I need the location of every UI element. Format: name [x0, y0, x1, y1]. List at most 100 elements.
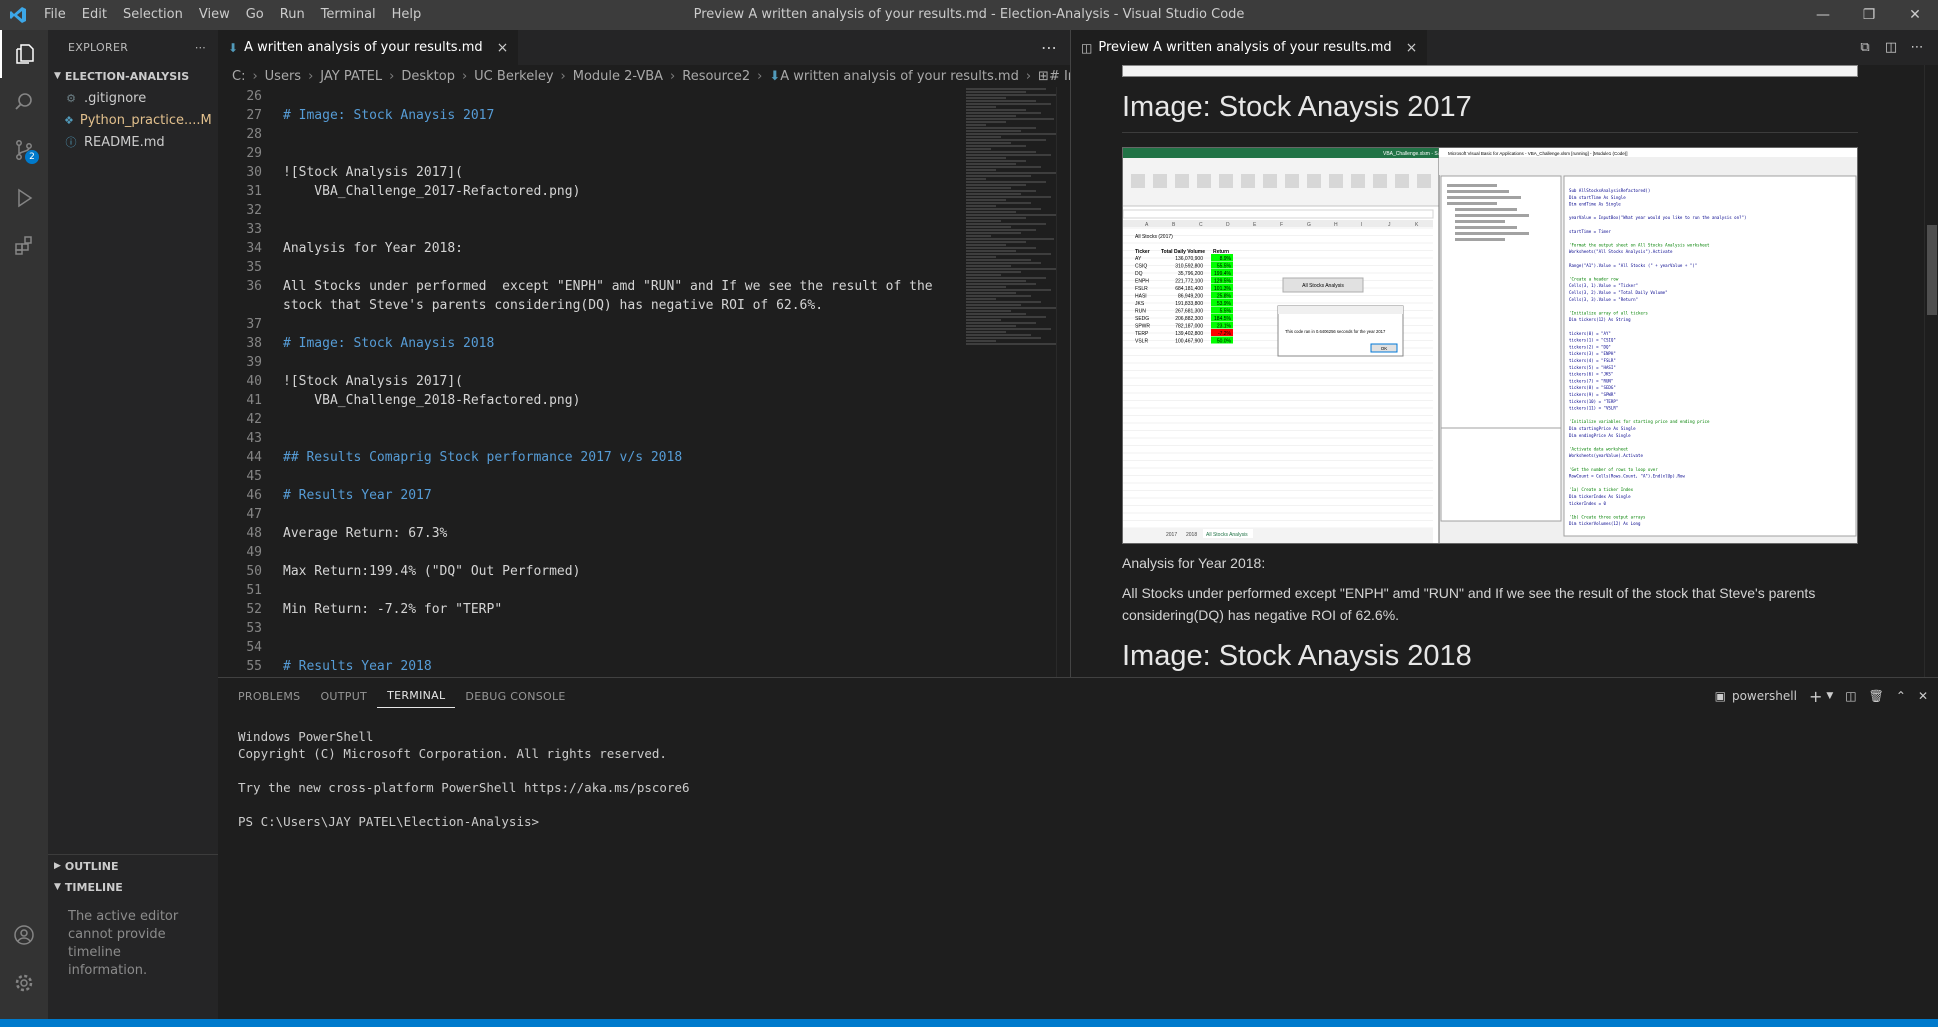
maximize-panel-icon[interactable]: ⌃ [1896, 689, 1906, 703]
file-item-gitignore[interactable]: ⚙ .gitignore [48, 87, 218, 109]
close-tab-icon[interactable]: × [497, 40, 509, 56]
symbol-icon: ⊞ [1038, 68, 1049, 84]
breadcrumb-item[interactable]: Module 2-VBA [573, 69, 663, 84]
code-line: 52 Min Return: -7.2% for "TERP" [218, 600, 958, 619]
line-text: All Stocks under performed except "ENPH"… [283, 279, 933, 294]
volume-cell: 684,181,400 [1175, 286, 1203, 292]
ribbon-button [1285, 174, 1299, 188]
outline-section[interactable]: ▶ OUTLINE [48, 855, 218, 877]
line-number: 37 [246, 317, 262, 332]
source-control-icon[interactable]: 2 [0, 126, 48, 174]
breadcrumb-item[interactable]: A written analysis of your results.md [780, 69, 1019, 84]
tab-output[interactable]: OUTPUT [310, 678, 377, 714]
line-number: 47 [246, 507, 262, 522]
shell-name[interactable]: powershell [1732, 689, 1797, 703]
line-number: 55 [246, 659, 262, 674]
run-debug-icon[interactable] [0, 174, 48, 222]
vscode-logo-icon [0, 0, 36, 30]
explorer-icon[interactable] [0, 30, 48, 78]
menu-selection[interactable]: Selection [115, 0, 191, 30]
minimap-line [966, 331, 1006, 333]
vba-code-line: tickers(4) = "FSLR" [1569, 358, 1616, 363]
minimap-line [966, 340, 996, 342]
ticker-cell: SEDG [1135, 316, 1149, 322]
minimap-line [966, 127, 1036, 129]
new-terminal-icon[interactable]: + [1809, 687, 1822, 706]
more-actions-icon[interactable]: ⋯ [1904, 30, 1930, 65]
restore-icon[interactable]: ❐ [1846, 0, 1892, 30]
minimap[interactable] [966, 87, 1056, 677]
menu-edit[interactable]: Edit [74, 0, 115, 30]
vba-code-line: tickerIndex = 0 [1569, 501, 1607, 506]
breadcrumb-item[interactable]: # Image DQ Analy [1049, 69, 1070, 84]
terminal[interactable]: Windows PowerShell Copyright (C) Microsof… [218, 714, 1938, 830]
menu-terminal[interactable]: Terminal [313, 0, 384, 30]
editor-scrollbar[interactable] [1056, 87, 1070, 677]
ticker-cell: CSIQ [1135, 264, 1147, 270]
breadcrumb-separator-icon: › [389, 68, 395, 84]
minimap-line [966, 214, 1056, 216]
folder-header[interactable]: ▼ ELECTION-ANALYSIS [48, 65, 218, 87]
minimap-line [966, 142, 1011, 144]
breadcrumb-item[interactable]: Desktop [401, 69, 455, 84]
split-editor-icon[interactable]: ◫ [1878, 30, 1904, 65]
column-letter: G [1307, 222, 1311, 228]
tab-problems[interactable]: PROBLEMS [228, 678, 310, 714]
column-letter: I [1361, 222, 1362, 228]
minimap-line [966, 184, 1026, 186]
minimap-line [966, 115, 1016, 117]
file-item-readme[interactable]: ⓘ README.md [48, 131, 218, 153]
tab-terminal[interactable]: TERMINAL [377, 684, 456, 708]
minimap-line [966, 154, 1051, 156]
split-terminal-icon[interactable]: ◫ [1845, 689, 1856, 703]
search-icon[interactable] [0, 78, 48, 126]
code-line: 34 Analysis for Year 2018: [218, 239, 958, 258]
breadcrumb-item[interactable]: JAY PATEL [320, 69, 382, 84]
more-actions-icon[interactable]: ⋯ [195, 41, 206, 54]
vba-code-line: startTime = Timer [1569, 229, 1611, 234]
line-text: # Results Year 2017 [283, 488, 432, 503]
trash-icon[interactable]: 🗑 [1869, 689, 1884, 703]
close-tab-icon[interactable]: × [1406, 40, 1418, 56]
markdown-preview-group: ◫ Preview A written analysis of your res… [1070, 30, 1938, 677]
code-editor[interactable]: 26 27 # Image: Stock Anaysis 2017 28 29 30 ![S… [218, 87, 958, 677]
line-text [262, 638, 283, 657]
manage-gear-icon[interactable] [0, 959, 48, 1007]
timeline-section[interactable]: ▼ TIMELINE [48, 876, 218, 898]
preview-tab[interactable]: ◫ Preview A written analysis of your res… [1071, 30, 1428, 65]
breadcrumb-item[interactable]: C: [232, 69, 245, 84]
open-source-icon[interactable]: ⧉ [1852, 30, 1878, 65]
accounts-icon[interactable] [0, 911, 48, 959]
minimap-line [966, 106, 996, 108]
ticker-cell: AY [1135, 256, 1142, 262]
tab-debug-console[interactable]: DEBUG CONSOLE [455, 678, 575, 714]
file-item-python-practice[interactable]: ❖ Python_practice.... M [48, 109, 218, 131]
chevron-down-icon[interactable]: ▼ [1826, 691, 1833, 701]
ribbon-button [1131, 174, 1145, 188]
menu-file[interactable]: File [36, 0, 74, 30]
breadcrumb-item[interactable]: Users [265, 69, 301, 84]
extensions-icon[interactable] [0, 222, 48, 270]
breadcrumb-item[interactable]: UC Berkeley [474, 69, 553, 84]
vba-code-line: tickers(1) = "CSIQ" [1569, 338, 1616, 343]
line-text: VBA_Challenge_2018-Refactored.png) [283, 393, 581, 408]
vba-code-line: tickers(9) = "SPWR" [1569, 392, 1616, 397]
scrollbar-thumb[interactable] [1927, 225, 1937, 315]
menu-go[interactable]: Go [238, 0, 272, 30]
menu-help[interactable]: Help [384, 0, 430, 30]
minimap-line [966, 268, 1056, 270]
preview-scrollbar[interactable] [1924, 65, 1938, 677]
close-panel-icon[interactable]: ✕ [1918, 689, 1928, 703]
more-actions-icon[interactable]: ⋯ [1041, 30, 1058, 65]
vba-code-line: tickers(10) = "TERP" [1569, 399, 1618, 404]
vba-code-line: RowCount = Cells(Rows.Count, "A").End(xl… [1569, 474, 1685, 479]
menu-run[interactable]: Run [272, 0, 313, 30]
menu-view[interactable]: View [191, 0, 238, 30]
breadcrumb-item[interactable]: Resource2 [682, 69, 750, 84]
line-text [262, 144, 283, 163]
editor-tab[interactable]: ⬇ A written analysis of your results.md … [218, 30, 519, 65]
code-line: 33 [218, 220, 958, 239]
close-window-icon[interactable]: ✕ [1892, 0, 1938, 30]
minimize-icon[interactable]: — [1800, 0, 1846, 30]
minimap-line [966, 181, 1046, 183]
